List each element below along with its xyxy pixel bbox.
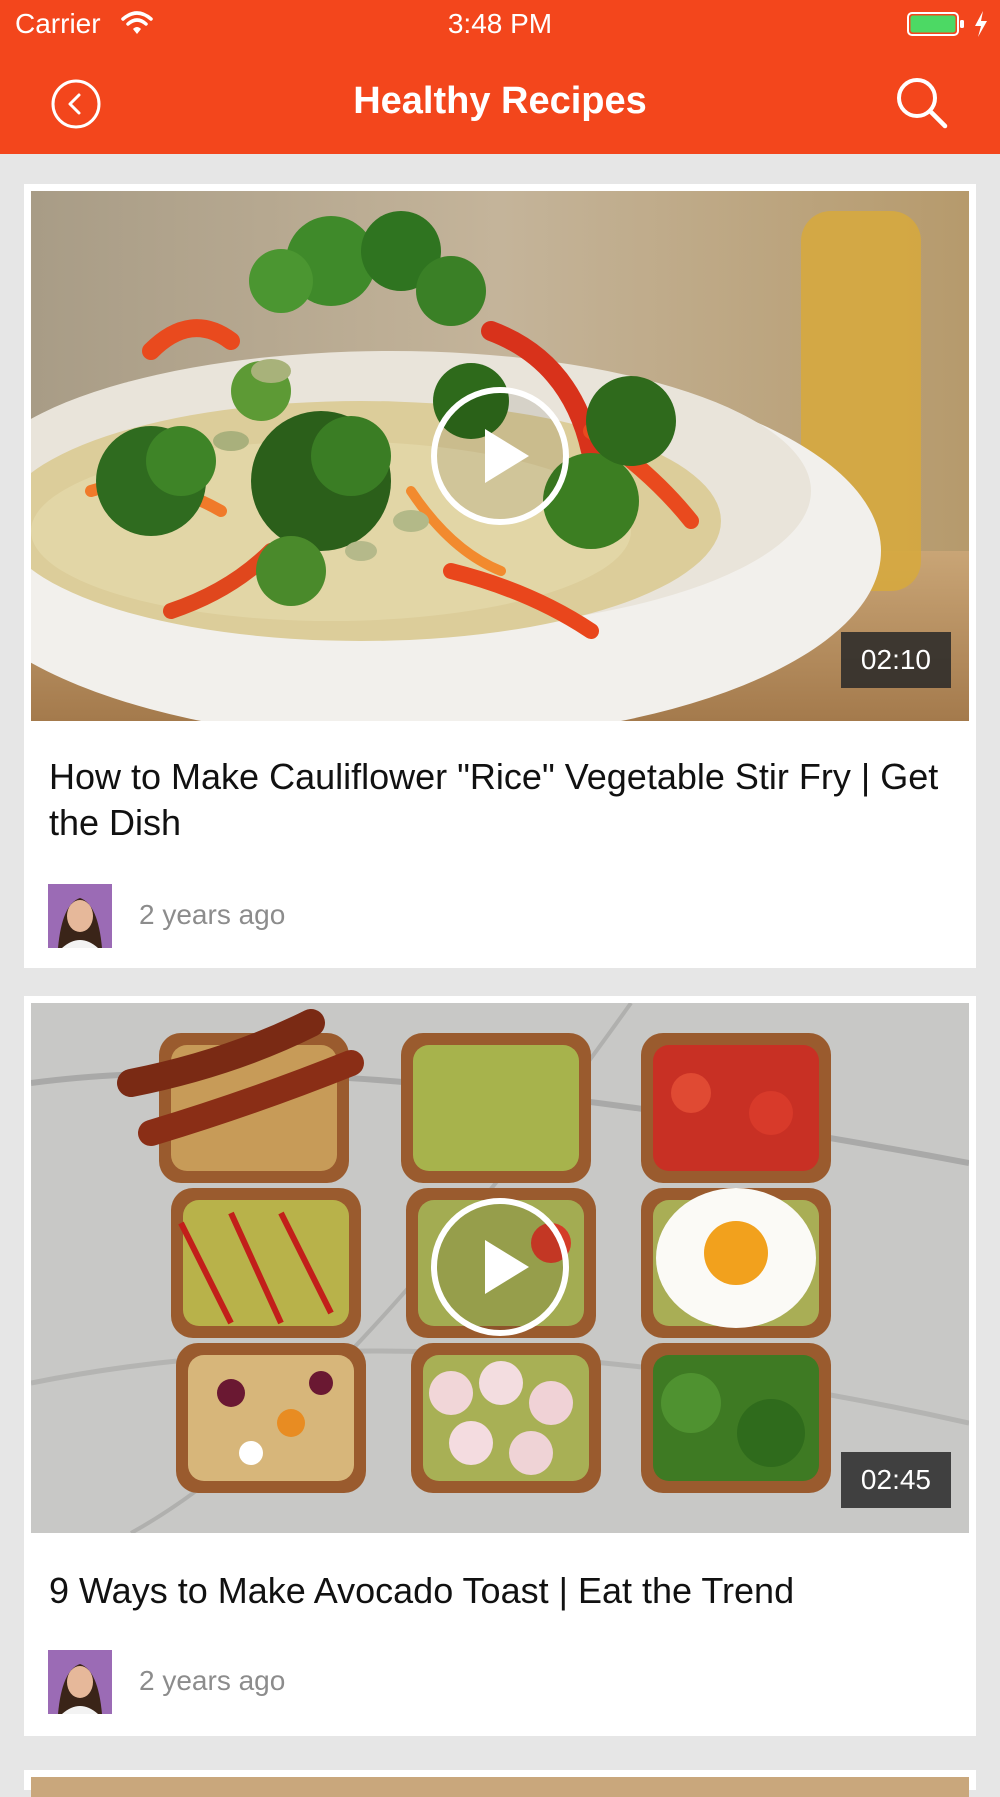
- page-title: Healthy Recipes: [353, 80, 647, 122]
- video-thumbnail[interactable]: 02:45: [31, 1003, 969, 1533]
- posted-time: 2 years ago: [139, 1665, 286, 1696]
- play-icon[interactable]: [429, 1196, 571, 1338]
- play-icon[interactable]: [429, 385, 571, 527]
- author-avatar[interactable]: [48, 1650, 112, 1714]
- app-header: Carrier 3:48 PM Healthy Recipes: [0, 0, 1000, 154]
- video-title[interactable]: How to Make Cauliflower "Rice" Vegetable…: [49, 754, 969, 846]
- search-icon[interactable]: [893, 74, 949, 130]
- video-title[interactable]: 9 Ways to Make Avocado Toast | Eat the T…: [49, 1568, 969, 1614]
- video-thumbnail[interactable]: [31, 1777, 969, 1797]
- video-card[interactable]: 02:10 How to Make Cauliflower "Rice" Veg…: [24, 184, 976, 968]
- charging-bolt-icon: [975, 11, 987, 37]
- video-duration: 02:10: [840, 632, 951, 688]
- video-card[interactable]: 02:45 9 Ways to Make Avocado Toast | Eat…: [24, 996, 976, 1736]
- posted-time: 2 years ago: [139, 899, 286, 930]
- author-avatar[interactable]: [48, 884, 112, 948]
- status-time: 3:48 PM: [447, 8, 553, 39]
- battery-icon: [907, 12, 964, 36]
- video-card[interactable]: [24, 1770, 976, 1797]
- status-bar: Carrier 3:48 PM: [0, 0, 1000, 50]
- video-thumbnail[interactable]: 02:10: [31, 191, 969, 721]
- video-duration: 02:45: [840, 1452, 951, 1508]
